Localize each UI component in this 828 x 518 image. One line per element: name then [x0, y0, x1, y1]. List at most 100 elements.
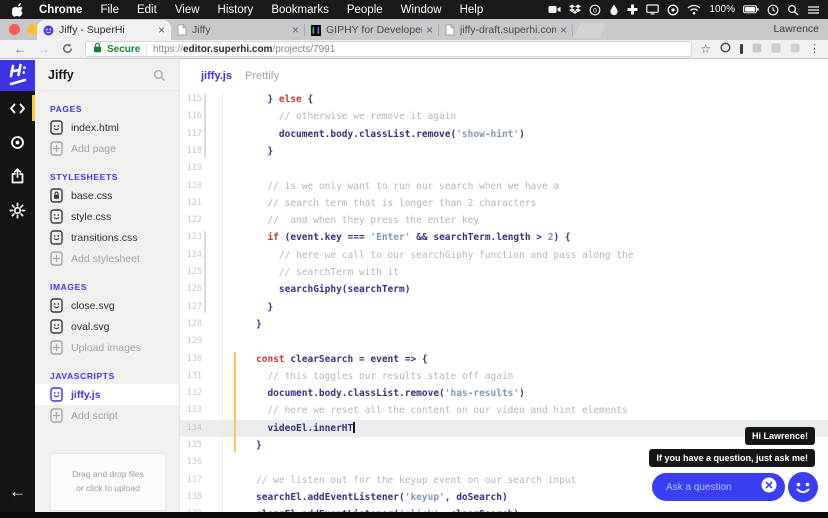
- chat-question-tooltip: If you have a question, just ask me!: [649, 449, 815, 467]
- file-smiley-icon: [50, 319, 63, 334]
- chat-close-icon[interactable]: [761, 477, 777, 498]
- back-arrow-button[interactable]: ←: [0, 482, 35, 502]
- clock-icon[interactable]: [767, 4, 779, 16]
- chrome-profile-name[interactable]: Lawrence: [773, 23, 819, 35]
- close-window-button[interactable]: [9, 24, 20, 35]
- address-bar[interactable]: Secure | https://editor.superhi.com/proj…: [85, 41, 692, 57]
- tab-title: Jiffy - SuperHi: [59, 24, 154, 36]
- camera-icon[interactable]: [548, 4, 561, 15]
- tab-close-icon[interactable]: ×: [556, 23, 567, 37]
- sidebar-item-index-html[interactable]: index.html: [35, 117, 179, 138]
- menu-chrome[interactable]: Chrome: [30, 4, 91, 16]
- menu-lines-icon[interactable]: [807, 5, 820, 15]
- sidebar-item-base-css[interactable]: base.css: [35, 185, 179, 206]
- menu-help[interactable]: Help: [451, 4, 493, 16]
- tab-close-icon[interactable]: ×: [422, 23, 433, 37]
- code-line[interactable]: 131 // this toggles our results state of…: [180, 368, 828, 385]
- section-label: JAVASCRIPTS: [50, 371, 179, 381]
- battery-percent[interactable]: 100%: [709, 4, 735, 15]
- battery-icon[interactable]: [743, 5, 759, 14]
- reload-button[interactable]: [56, 43, 79, 56]
- menu-view[interactable]: View: [166, 4, 209, 16]
- bookmark-star-icon[interactable]: ☆: [700, 43, 711, 55]
- display-icon[interactable]: [646, 4, 659, 15]
- browser-tab[interactable]: GIPHY for Developers | API Ex×: [305, 20, 439, 40]
- zero-circle-icon[interactable]: 0: [589, 4, 601, 16]
- code-view-button[interactable]: [0, 91, 35, 125]
- menu-window[interactable]: Window: [392, 4, 451, 16]
- drag-drop-upload[interactable]: Drag and drop files or click to upload: [50, 453, 166, 511]
- extension-icon[interactable]: [790, 40, 800, 58]
- sidebar-item-style-css[interactable]: style.css: [35, 206, 179, 227]
- menu-bookmarks[interactable]: Bookmarks: [262, 4, 338, 16]
- file-name: index.html: [71, 122, 119, 134]
- code-line[interactable]: 126 searchGiphy(searchTerm): [180, 281, 828, 298]
- wifi-icon[interactable]: [687, 4, 701, 15]
- share-upload-button[interactable]: [0, 159, 35, 193]
- code-line[interactable]: 133 // here we reset all the content on …: [180, 402, 828, 419]
- code-line[interactable]: 121 // search term that is longer than 2…: [180, 195, 828, 212]
- code-line[interactable]: 125 // searchTerm with it: [180, 264, 828, 281]
- code-line[interactable]: 123 if (event.key === 'Enter' && searchT…: [180, 229, 828, 246]
- chrome-menu-icon[interactable]: ⋮: [809, 44, 820, 55]
- code-line[interactable]: 118 }: [180, 143, 828, 160]
- code-line[interactable]: 132 document.body.classList.remove('has-…: [180, 385, 828, 402]
- code-line[interactable]: 127 }: [180, 299, 828, 316]
- prettify-button[interactable]: Prettify: [245, 70, 279, 82]
- menu-people[interactable]: People: [338, 4, 392, 16]
- search-icon[interactable]: [787, 4, 799, 16]
- superhi-logo[interactable]: [0, 60, 35, 91]
- file-name: jiffy.js: [71, 389, 101, 401]
- code-line[interactable]: 134 videoEl.innerHT: [180, 420, 828, 437]
- padlock-icon: [93, 42, 102, 56]
- browser-tab[interactable]: Jiffy×: [171, 20, 305, 40]
- droplet-icon[interactable]: [609, 4, 619, 16]
- record-circle-icon[interactable]: [667, 4, 679, 16]
- code-text: // otherwise we remove it again: [256, 108, 456, 125]
- extension-icon[interactable]: [752, 40, 762, 58]
- menu-edit[interactable]: Edit: [128, 4, 166, 16]
- code-text: }: [256, 299, 273, 316]
- code-line[interactable]: 116 // otherwise we remove it again: [180, 108, 828, 125]
- health-plus-icon[interactable]: [627, 4, 638, 15]
- extension-circle-icon[interactable]: [720, 40, 731, 58]
- sidebar-item-add-script[interactable]: Add script: [35, 405, 179, 426]
- chat-input[interactable]: Ask a question: [652, 473, 785, 501]
- chat-smiley-button[interactable]: [788, 472, 818, 502]
- back-button[interactable]: ←: [8, 43, 32, 55]
- code-line[interactable]: 117 document.body.classList.remove('show…: [180, 126, 828, 143]
- apple-icon[interactable]: [8, 3, 30, 17]
- sidebar-item-add-stylesheet[interactable]: Add stylesheet: [35, 248, 179, 269]
- sidebar-item-jiffy-js[interactable]: jiffy.js: [35, 384, 179, 405]
- settings-gear-button[interactable]: [0, 193, 35, 227]
- sidebar-item-add-page[interactable]: Add page: [35, 138, 179, 159]
- search-icon[interactable]: [153, 69, 166, 82]
- code-line[interactable]: 128}: [180, 316, 828, 333]
- menu-history[interactable]: History: [209, 4, 263, 16]
- code-line[interactable]: 122 // and when they press the enter key: [180, 212, 828, 229]
- code-line[interactable]: 115 } else {: [180, 91, 828, 108]
- tab-close-icon[interactable]: ×: [288, 23, 299, 37]
- new-tab-button[interactable]: [574, 23, 607, 38]
- line-number: 119: [180, 160, 202, 177]
- extension-bar-icon[interactable]: [740, 44, 743, 54]
- sidebar-item-oval-svg[interactable]: oval.svg: [35, 316, 179, 337]
- code-line[interactable]: 124 // here we call to our searchGiphy f…: [180, 247, 828, 264]
- extension-icon[interactable]: [771, 40, 781, 58]
- browser-tab[interactable]: jiffy-draft.superhi.com/jiffy.js×: [439, 20, 573, 40]
- sidebar-item-transitions-css[interactable]: transitions.css: [35, 227, 179, 248]
- sidebar-item-close-svg[interactable]: close.svg: [35, 295, 179, 316]
- preview-eye-button[interactable]: [0, 125, 35, 159]
- menu-file[interactable]: File: [91, 4, 128, 16]
- file-smiley-icon: [50, 230, 63, 245]
- code-line[interactable]: 120 // is we only want to run our search…: [180, 178, 828, 195]
- dropbox-icon[interactable]: [569, 4, 581, 16]
- line-number: 115: [180, 91, 202, 108]
- code-line[interactable]: 130const clearSearch = event => {: [180, 351, 828, 368]
- browser-tab[interactable]: Jiffy - SuperHi×: [37, 20, 171, 40]
- line-number: 124: [180, 247, 202, 264]
- code-line[interactable]: 119: [180, 160, 828, 177]
- sidebar-item-upload-images[interactable]: Upload images: [35, 337, 179, 358]
- code-line[interactable]: 129: [180, 333, 828, 350]
- tab-close-icon[interactable]: ×: [154, 23, 165, 37]
